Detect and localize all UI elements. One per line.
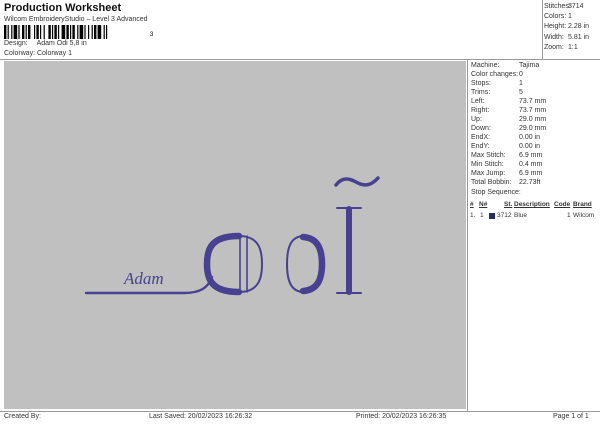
barcode-bar — [48, 25, 51, 39]
barcode-bar — [79, 25, 84, 39]
barcode-bar — [11, 25, 13, 39]
barcode-bar — [61, 25, 66, 39]
stop-sequence-title: Stop Sequence: — [471, 189, 521, 196]
barcode-bar — [13, 25, 18, 39]
barcode-bar — [58, 25, 60, 39]
barcode-bar — [7, 25, 9, 39]
design-preview: Adam — [4, 61, 466, 409]
footer-last-saved: Last Saved: 20/02/2023 16:26:32 — [149, 413, 253, 420]
colorway-label: Colorway: — [4, 50, 36, 57]
barcode-bar — [43, 25, 45, 39]
barcode-bar — [36, 25, 39, 39]
footer-created-by: Created By: — [4, 413, 41, 420]
stat-height: Height: 2.28 in — [544, 23, 590, 31]
barcode-bar — [94, 25, 97, 39]
footer-page: Page 1 of 1 — [553, 413, 589, 420]
stop-sequence-header: # N# St. Description Code Brand — [470, 201, 592, 208]
stat-colors: Colors: 1 — [544, 13, 572, 21]
barcode-bar — [84, 25, 86, 39]
embroidery-design: Adam — [84, 176, 380, 296]
header-divider — [0, 59, 600, 60]
barcode — [4, 25, 108, 39]
stop-sequence-row: 1. 1 3712 Blue 1 Wilcom — [470, 212, 595, 219]
stat-width: Width: 5.81 in — [544, 33, 590, 41]
barcode-bar — [66, 25, 69, 39]
barcode-bar — [18, 25, 20, 39]
summary-stats: Stitches:3714 Colors: 1 Height: 2.28 in Wi… — [544, 2, 589, 53]
page-title: Production Worksheet — [4, 2, 122, 14]
design-label: Design: — [4, 40, 28, 47]
stats-divider — [542, 0, 543, 59]
design-value: Adam Odi 5,8 in — [36, 40, 87, 47]
barcode-bar — [40, 25, 42, 39]
panel-divider — [467, 59, 468, 411]
stat-stitches: Stitches:3714 — [544, 3, 584, 10]
barcode-bar — [88, 25, 90, 39]
letter-d-bowl — [299, 233, 326, 295]
barcode-bar — [97, 25, 102, 39]
letter-d-outer — [285, 235, 305, 293]
stat-zoom: Zoom: 1:1 — [544, 43, 578, 51]
barcode-bar — [106, 25, 108, 39]
barcode-bar — [54, 25, 57, 39]
barcode-number: 3 — [150, 32, 154, 38]
script-text-adam: Adam — [123, 269, 164, 288]
footer-divider — [0, 411, 600, 412]
letter-o-outer — [203, 232, 243, 296]
barcode-bar — [25, 25, 27, 39]
barcode-bar — [52, 25, 54, 39]
thread-color-swatch — [489, 213, 495, 219]
letter-o-inner — [238, 235, 264, 293]
barcode-bar — [77, 25, 79, 39]
barcode-bar — [28, 25, 31, 39]
design-row: Design: Adam Odi 5,8 in — [4, 40, 87, 47]
barcode-bar — [4, 25, 7, 39]
barcode-bar — [70, 25, 72, 39]
colorway-value: Colorway 1 — [36, 50, 72, 57]
tilde-mark — [334, 176, 380, 187]
barcode-bar — [72, 25, 75, 39]
barcode-bar — [22, 25, 25, 39]
barcode-bar — [34, 25, 36, 39]
software-subtitle: Wilcom EmbroideryStudio – Level 3 Advanc… — [4, 16, 148, 23]
footer-printed: Printed: 20/02/2023 16:26:35 — [356, 413, 447, 420]
colorway-row: Colorway: Colorway 1 — [4, 50, 72, 57]
barcode-bar — [103, 25, 105, 39]
barcode-bar — [91, 25, 93, 39]
